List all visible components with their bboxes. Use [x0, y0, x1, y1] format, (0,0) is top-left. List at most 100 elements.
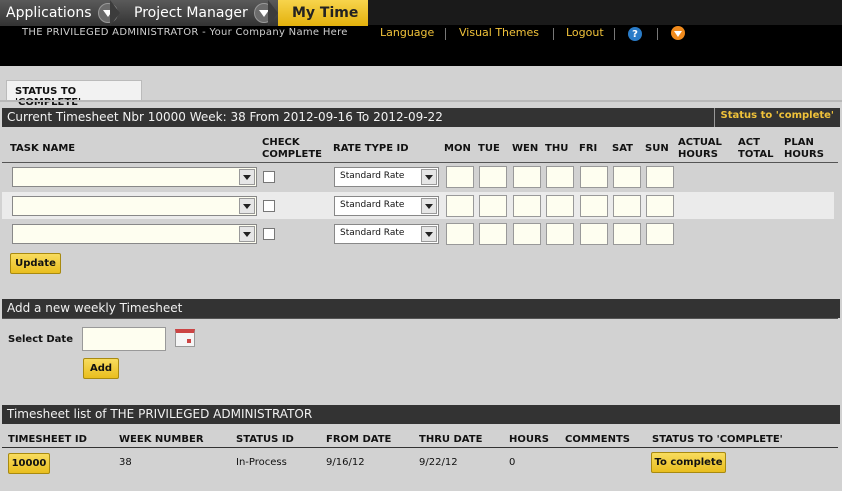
- hours-thu-input[interactable]: [546, 166, 574, 188]
- header-tue: TUE: [478, 143, 500, 154]
- list-header-divider: [2, 447, 838, 448]
- header-actual-line-2: HOURS: [678, 149, 718, 160]
- hours-sat-input[interactable]: [613, 195, 641, 217]
- timesheet-id-button[interactable]: 10000: [8, 453, 50, 474]
- hours-tue-input[interactable]: [479, 166, 507, 188]
- rate-type-select[interactable]: Standard Rate: [334, 224, 439, 244]
- chevron-down-icon[interactable]: [421, 226, 437, 242]
- top-navigation: Applications Project Manager My Time: [0, 0, 842, 26]
- hours-thu-input[interactable]: [546, 195, 574, 217]
- check-complete-checkbox[interactable]: [263, 171, 275, 183]
- tab-separator: [268, 0, 278, 26]
- tab-project-manager-label: Project Manager: [134, 5, 248, 21]
- calendar-icon[interactable]: [175, 329, 195, 347]
- tab-applications[interactable]: Applications: [0, 0, 118, 26]
- header-thu: THU: [545, 143, 569, 154]
- hours-fri-input[interactable]: [580, 223, 608, 245]
- hours-wen-input[interactable]: [513, 166, 541, 188]
- col-timesheet-id: TIMESHEET ID: [8, 434, 87, 445]
- chevron-down-icon[interactable]: [239, 169, 255, 185]
- chevron-down-icon[interactable]: [421, 198, 437, 214]
- header-plan-line-2: HOURS: [784, 149, 824, 160]
- hours-tue-input[interactable]: [479, 223, 507, 245]
- chevron-down-icon[interactable]: [421, 169, 437, 185]
- header-fri: FRI: [579, 143, 598, 154]
- help-icon[interactable]: ?: [628, 27, 642, 41]
- chevron-down-icon[interactable]: [239, 226, 255, 242]
- status-to-complete-link[interactable]: Status to 'complete': [713, 108, 840, 127]
- header-actual-hours: ACTUAL HOURS: [678, 137, 722, 161]
- header-check-complete: CHECK COMPLETE: [262, 137, 322, 161]
- language-link[interactable]: Language: [380, 26, 434, 39]
- user-bar: THE PRIVILEGED ADMINISTRATOR - Your Comp…: [0, 26, 842, 66]
- rate-type-value: Standard Rate: [340, 200, 405, 210]
- hours-value: 0: [509, 457, 516, 468]
- hours-fri-input[interactable]: [580, 195, 608, 217]
- rate-type-select[interactable]: Standard Rate: [334, 167, 439, 187]
- hours-thu-input[interactable]: [546, 223, 574, 245]
- header-wen: WEN: [512, 143, 539, 154]
- header-act-total-line-2: TOTAL: [738, 149, 774, 160]
- header-actual-line-1: ACTUAL: [678, 137, 722, 148]
- rate-type-value: Standard Rate: [340, 228, 405, 238]
- tab-my-time-label: My Time: [292, 5, 359, 21]
- col-status-to-complete: STATUS TO 'COMPLETE': [652, 434, 783, 445]
- divider: [657, 28, 658, 40]
- hours-wen-input[interactable]: [513, 195, 541, 217]
- status-id-value: In-Process: [236, 457, 287, 468]
- hours-sun-input[interactable]: [646, 223, 674, 245]
- date-input[interactable]: [82, 327, 166, 351]
- hours-fri-input[interactable]: [580, 166, 608, 188]
- to-complete-button[interactable]: To complete: [651, 452, 726, 473]
- hours-mon-input[interactable]: [446, 195, 474, 217]
- tab-separator: [110, 0, 120, 26]
- new-timesheet-title: Add a new weekly Timesheet: [7, 301, 183, 315]
- hours-mon-input[interactable]: [446, 223, 474, 245]
- task-name-select[interactable]: [12, 167, 257, 187]
- current-timesheet-title: Current Timesheet Nbr 10000 Week: 38 Fro…: [7, 110, 443, 124]
- hours-sat-input[interactable]: [613, 166, 641, 188]
- add-button[interactable]: Add: [83, 358, 119, 379]
- from-date-value: 9/16/12: [326, 457, 365, 468]
- hours-sun-input[interactable]: [646, 166, 674, 188]
- header-check-line-1: CHECK: [262, 137, 300, 148]
- hours-tue-input[interactable]: [479, 195, 507, 217]
- week-number-value: 38: [119, 457, 132, 468]
- select-date-label: Select Date: [8, 334, 73, 345]
- chevron-down-icon[interactable]: [239, 198, 255, 214]
- check-complete-checkbox[interactable]: [263, 228, 275, 240]
- task-name-select[interactable]: [12, 196, 257, 216]
- header-plan-line-1: PLAN: [784, 137, 814, 148]
- col-thru-date: THRU DATE: [419, 434, 483, 445]
- tab-project-manager[interactable]: Project Manager: [118, 0, 278, 26]
- rate-type-select[interactable]: Standard Rate: [334, 196, 439, 216]
- new-timesheet-header: Add a new weekly Timesheet: [2, 299, 840, 318]
- logout-link[interactable]: Logout: [566, 26, 604, 39]
- update-button[interactable]: Update: [10, 253, 61, 274]
- divider: [614, 28, 615, 40]
- header-check-line-2: COMPLETE: [262, 149, 322, 160]
- hours-mon-input[interactable]: [446, 166, 474, 188]
- visual-themes-link[interactable]: Visual Themes: [459, 26, 539, 39]
- arrow-down-icon[interactable]: [671, 26, 685, 40]
- divider: [0, 100, 842, 102]
- header-sun: SUN: [645, 143, 669, 154]
- rate-type-value: Standard Rate: [340, 171, 405, 181]
- header-act-total: ACT TOTAL: [738, 137, 773, 161]
- header-divider: [2, 162, 838, 163]
- check-complete-checkbox[interactable]: [263, 200, 275, 212]
- col-comments: COMMENTS: [565, 434, 630, 445]
- header-task-name: TASK NAME: [10, 143, 76, 154]
- col-status-id: STATUS ID: [236, 434, 294, 445]
- header-plan-hours: PLAN HOURS: [784, 137, 824, 161]
- header-act-total-line-1: ACT: [738, 137, 760, 148]
- hours-sun-input[interactable]: [646, 195, 674, 217]
- user-name: THE PRIVILEGED ADMINISTRATOR - Your Comp…: [22, 27, 348, 38]
- tab-applications-label: Applications: [6, 5, 92, 21]
- hours-wen-input[interactable]: [513, 223, 541, 245]
- tab-my-time[interactable]: My Time: [278, 0, 368, 26]
- divider: [553, 28, 554, 40]
- hours-sat-input[interactable]: [613, 223, 641, 245]
- tab-status-to-complete[interactable]: STATUS TO 'COMPLETE': [6, 80, 142, 108]
- task-name-select[interactable]: [12, 224, 257, 244]
